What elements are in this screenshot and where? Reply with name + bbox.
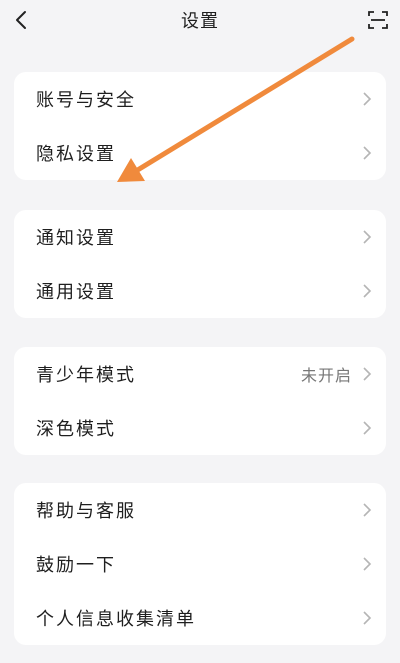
setting-item-help[interactable]: 帮助与客服 bbox=[14, 483, 386, 537]
setting-label: 个人信息收集清单 bbox=[36, 609, 196, 630]
chevron-right-icon bbox=[363, 146, 372, 160]
chevron-right-icon bbox=[363, 557, 372, 571]
setting-item-encourage[interactable]: 鼓励一下 bbox=[14, 537, 386, 591]
settings-group-notifications: 通知设置 通用设置 bbox=[14, 210, 386, 318]
setting-label: 鼓励一下 bbox=[36, 555, 116, 576]
setting-value: 未开启 bbox=[300, 366, 352, 385]
scan-icon[interactable] bbox=[366, 8, 390, 32]
setting-item-teen-mode[interactable]: 青少年模式 未开启 bbox=[14, 347, 386, 401]
settings-group-account: 账号与安全 隐私设置 bbox=[14, 72, 386, 180]
chevron-right-icon bbox=[363, 611, 372, 625]
setting-item-privacy[interactable]: 隐私设置 bbox=[14, 126, 386, 180]
setting-item-account-security[interactable]: 账号与安全 bbox=[14, 72, 386, 126]
setting-item-general[interactable]: 通用设置 bbox=[14, 264, 386, 318]
chevron-right-icon bbox=[363, 503, 372, 517]
chevron-right-icon bbox=[363, 230, 372, 244]
setting-label: 青少年模式 bbox=[36, 365, 136, 386]
setting-label: 深色模式 bbox=[36, 419, 116, 440]
page-title: 设置 bbox=[181, 11, 219, 32]
setting-label: 隐私设置 bbox=[36, 144, 116, 165]
chevron-right-icon bbox=[363, 421, 372, 435]
setting-label: 帮助与客服 bbox=[36, 501, 136, 522]
setting-label: 通用设置 bbox=[36, 282, 116, 303]
settings-group-modes: 青少年模式 未开启 深色模式 bbox=[14, 347, 386, 455]
setting-item-personal-info-list[interactable]: 个人信息收集清单 bbox=[14, 591, 386, 645]
chevron-right-icon bbox=[363, 367, 372, 381]
setting-label: 通知设置 bbox=[36, 228, 116, 249]
top-bar: 设置 bbox=[0, 0, 400, 40]
setting-item-dark-mode[interactable]: 深色模式 bbox=[14, 401, 386, 455]
settings-group-help: 帮助与客服 鼓励一下 个人信息收集清单 bbox=[14, 483, 386, 645]
chevron-right-icon bbox=[363, 92, 372, 106]
chevron-right-icon bbox=[363, 284, 372, 298]
setting-label: 账号与安全 bbox=[36, 90, 136, 111]
setting-item-notifications[interactable]: 通知设置 bbox=[14, 210, 386, 264]
